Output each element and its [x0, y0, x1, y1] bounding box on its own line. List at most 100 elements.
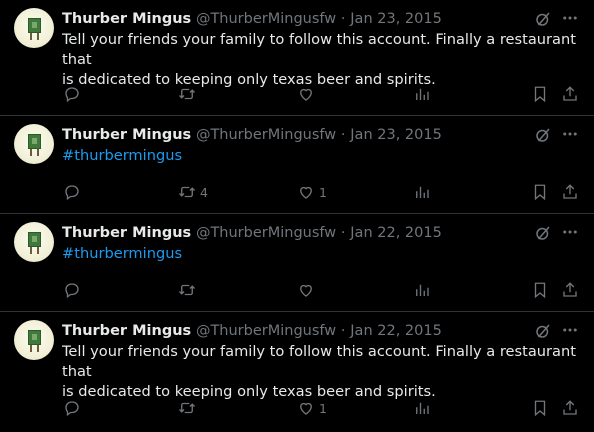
- avatar[interactable]: [14, 8, 54, 48]
- like-count: 1: [319, 184, 327, 200]
- heart-icon: [300, 402, 312, 415]
- tweet-date[interactable]: Jan 22, 2015: [350, 323, 442, 339]
- retweet-icon: [179, 402, 195, 414]
- like-count: 1: [319, 400, 327, 416]
- retweet-button[interactable]: 4: [178, 182, 208, 202]
- user-handle[interactable]: @ThurberMingusfw: [196, 11, 336, 27]
- like-button[interactable]: 1: [297, 398, 327, 418]
- avatar[interactable]: [14, 124, 54, 164]
- tweet-text: #thurbermingus: [62, 244, 582, 264]
- retweet-button[interactable]: [178, 398, 200, 418]
- like-button[interactable]: [297, 84, 319, 104]
- reply-button[interactable]: [63, 84, 81, 104]
- share-button[interactable]: [561, 280, 579, 300]
- retweet-button[interactable]: [178, 280, 200, 300]
- retweet-button[interactable]: [178, 84, 200, 104]
- grok-icon[interactable]: [534, 10, 552, 28]
- retweet-icon: [179, 88, 195, 100]
- tweet-text: Tell your friends your family to follow …: [62, 30, 582, 90]
- views-button[interactable]: [413, 84, 431, 104]
- display-name[interactable]: Thurber Mingus: [62, 323, 191, 339]
- sign-post: [30, 33, 32, 40]
- sign-graphic: [28, 330, 41, 345]
- user-handle[interactable]: @ThurberMingusfw: [196, 323, 336, 339]
- views-button[interactable]: [413, 398, 431, 418]
- views-button[interactable]: [413, 182, 431, 202]
- sign-post: [37, 247, 39, 254]
- tweet-header: Thurber Mingus @ThurberMingusfw · Jan 23…: [62, 124, 534, 144]
- tweet-text-line: Tell your friends your family to follow …: [62, 31, 576, 68]
- reply-icon: [65, 283, 79, 299]
- more-icon[interactable]: [560, 321, 580, 339]
- share-button[interactable]: [561, 84, 579, 104]
- bookmark-button[interactable]: [531, 84, 549, 104]
- display-name[interactable]: Thurber Mingus: [62, 225, 191, 241]
- share-icon: [563, 86, 577, 101]
- sign-graphic: [28, 232, 41, 247]
- tweet-text: Tell your friends your family to follow …: [62, 342, 582, 402]
- retweet-icon: [179, 284, 195, 296]
- views-icon: [416, 88, 429, 100]
- hashtag-link[interactable]: #thurbermingus: [62, 244, 582, 264]
- separator: ·: [340, 323, 346, 339]
- more-icon[interactable]: [560, 9, 580, 27]
- views-icon: [416, 284, 429, 296]
- views-button[interactable]: [413, 280, 431, 300]
- tweet-header: Thurber Mingus @ThurberMingusfw · Jan 22…: [62, 222, 534, 242]
- reply-button[interactable]: [63, 398, 81, 418]
- views-icon: [416, 186, 429, 198]
- sign-post: [37, 149, 39, 156]
- sign-post: [37, 345, 39, 352]
- reply-icon: [65, 87, 79, 103]
- more-icon[interactable]: [560, 125, 580, 143]
- action-bar: 1: [0, 398, 594, 418]
- grok-icon[interactable]: [534, 126, 552, 144]
- display-name[interactable]: Thurber Mingus: [62, 127, 191, 143]
- share-icon: [563, 184, 577, 199]
- share-button[interactable]: [561, 182, 579, 202]
- reply-button[interactable]: [63, 280, 81, 300]
- heart-icon: [300, 284, 312, 297]
- grok-icon[interactable]: [534, 224, 552, 242]
- tweet[interactable]: Thurber Mingus @ThurberMingusfw · Jan 23…: [0, 0, 594, 116]
- tweet-header: Thurber Mingus @ThurberMingusfw · Jan 23…: [62, 8, 534, 28]
- bookmark-icon: [534, 400, 546, 417]
- retweet-count: 4: [200, 184, 208, 200]
- grok-icon[interactable]: [534, 322, 552, 340]
- tweet-date[interactable]: Jan 23, 2015: [350, 11, 442, 27]
- views-icon: [416, 402, 429, 414]
- like-button[interactable]: 1: [297, 182, 327, 202]
- tweet[interactable]: Thurber Mingus @ThurberMingusfw · Jan 23…: [0, 116, 594, 214]
- bookmark-icon: [534, 86, 546, 103]
- bookmark-button[interactable]: [531, 182, 549, 202]
- sign-post: [37, 33, 39, 40]
- tweet[interactable]: Thurber Mingus @ThurberMingusfw · Jan 22…: [0, 214, 594, 312]
- more-icon[interactable]: [560, 223, 580, 241]
- heart-icon: [300, 186, 312, 199]
- avatar[interactable]: [14, 222, 54, 262]
- user-handle[interactable]: @ThurberMingusfw: [196, 127, 336, 143]
- reply-button[interactable]: [63, 182, 81, 202]
- tweet[interactable]: Thurber Mingus @ThurberMingusfw · Jan 22…: [0, 312, 594, 432]
- share-icon: [563, 282, 577, 297]
- like-button[interactable]: [297, 280, 319, 300]
- separator: ·: [340, 11, 346, 27]
- hashtag-link[interactable]: #thurbermingus: [62, 146, 582, 166]
- retweet-icon: [179, 186, 195, 198]
- action-bar: [0, 84, 594, 104]
- sign-post: [30, 149, 32, 156]
- separator: ·: [340, 225, 346, 241]
- sign-post: [30, 247, 32, 254]
- display-name[interactable]: Thurber Mingus: [62, 11, 191, 27]
- sign-graphic: [28, 134, 41, 149]
- tweet-date[interactable]: Jan 23, 2015: [350, 127, 442, 143]
- share-button[interactable]: [561, 398, 579, 418]
- reply-icon: [65, 401, 79, 417]
- share-icon: [563, 400, 577, 415]
- avatar[interactable]: [14, 320, 54, 360]
- bookmark-button[interactable]: [531, 280, 549, 300]
- user-handle[interactable]: @ThurberMingusfw: [196, 225, 336, 241]
- tweet-date[interactable]: Jan 22, 2015: [350, 225, 442, 241]
- sign-graphic: [28, 18, 41, 33]
- bookmark-button[interactable]: [531, 398, 549, 418]
